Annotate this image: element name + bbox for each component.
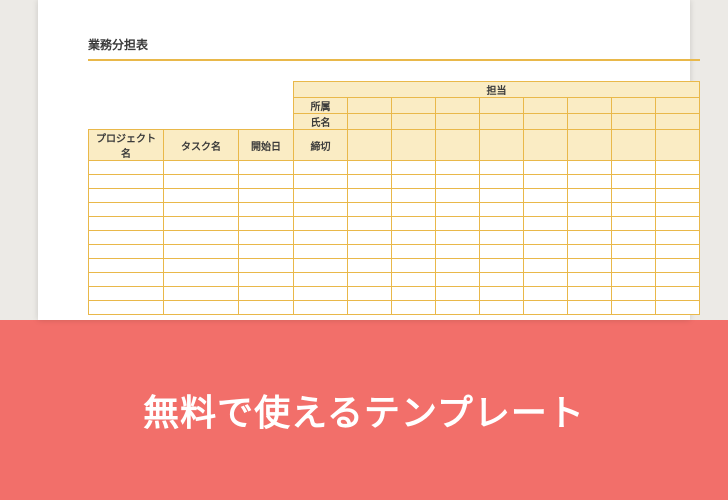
document-title: 業務分担表 [88, 36, 690, 53]
deadline-label: 締切 [294, 130, 348, 161]
document-page: 業務分担表 担当 所属 [38, 0, 690, 320]
table-row [89, 287, 700, 301]
table-row [89, 175, 700, 189]
promo-banner: 無料で使えるテンプレート [0, 320, 728, 500]
table-row [89, 301, 700, 315]
table-row [89, 217, 700, 231]
assignment-table: 担当 所属 氏名 [88, 81, 700, 315]
affiliation-label: 所属 [294, 98, 348, 114]
task-header: タスク名 [164, 130, 239, 161]
start-header: 開始日 [239, 130, 294, 161]
project-header: プロジェクト名 [89, 130, 164, 161]
table-row [89, 273, 700, 287]
table-row [89, 189, 700, 203]
banner-text: 無料で使えるテンプレート [143, 384, 585, 436]
table-row [89, 259, 700, 273]
page-gutter-left [0, 0, 38, 320]
table-row [89, 161, 700, 175]
table-row [89, 203, 700, 217]
table-row [89, 245, 700, 259]
name-label: 氏名 [294, 114, 348, 130]
assignee-header: 担当 [294, 82, 700, 98]
table-row [89, 231, 700, 245]
title-underline [88, 59, 700, 61]
